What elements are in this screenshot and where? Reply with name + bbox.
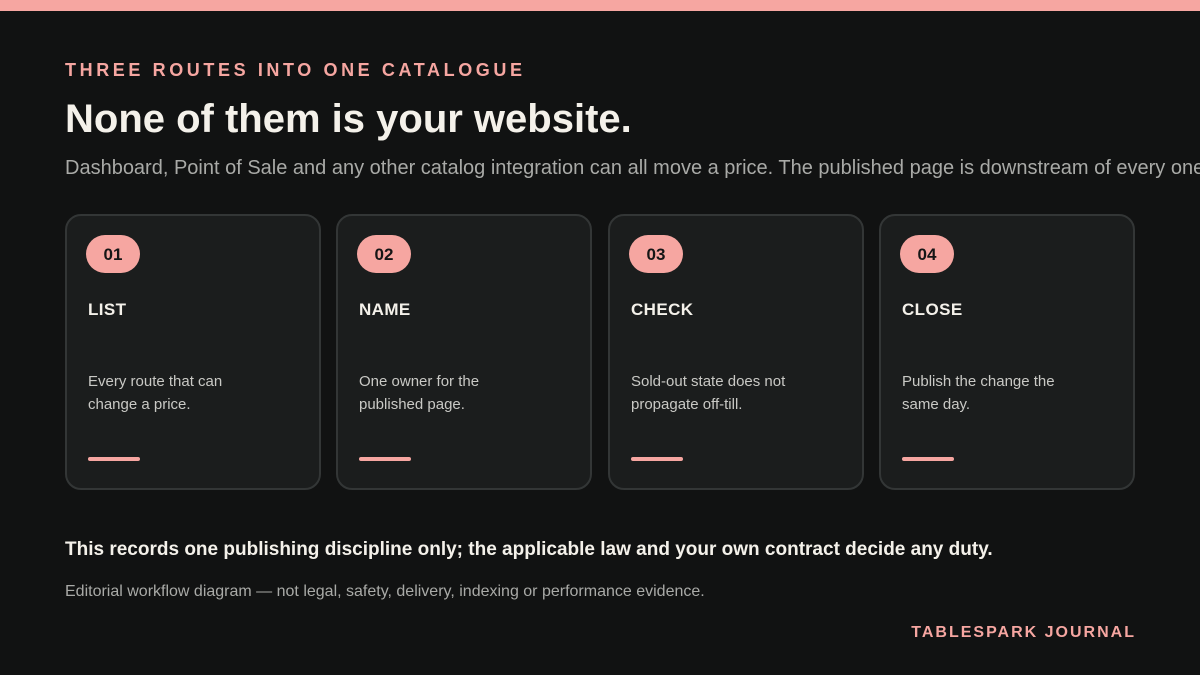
step-number-badge: 04 [900, 235, 954, 273]
step-title: CHECK [631, 300, 694, 319]
step-card-check: 03 CHECK Sold-out state does not propaga… [608, 214, 864, 490]
step-accent-rule [359, 457, 411, 461]
step-title: LIST [88, 300, 127, 319]
step-card-list: 01 LIST Every route that can change a pr… [65, 214, 321, 490]
step-title: CLOSE [902, 300, 963, 319]
step-description: Sold-out state does not propagate off-ti… [631, 373, 786, 413]
page-title: None of them is your website. [65, 97, 632, 141]
step-description: Publish the change the same day. [902, 373, 1055, 413]
step-description: One owner for the published page. [359, 373, 480, 413]
step-description: Every route that can change a price. [88, 373, 223, 413]
disclaimer-note: Editorial workflow diagram — not legal, … [65, 583, 705, 600]
step-card-close: 04 CLOSE Publish the change the same day… [879, 214, 1135, 490]
step-number-badge: 01 [86, 235, 140, 273]
step-accent-rule [631, 457, 683, 461]
top-accent-bar [0, 0, 1200, 11]
step-accent-rule [88, 457, 140, 461]
step-accent-rule [902, 457, 954, 461]
scope-statement: This records one publishing discipline o… [65, 539, 993, 560]
eyebrow-label: THREE ROUTES INTO ONE CATALOGUE [65, 60, 526, 80]
workflow-steps: 01 LIST Every route that can change a pr… [65, 214, 1136, 490]
brand-wordmark: TABLESPARK JOURNAL [911, 624, 1136, 641]
step-number-badge: 02 [357, 235, 411, 273]
step-number-badge: 03 [629, 235, 683, 273]
page-subtitle: Dashboard, Point of Sale and any other c… [65, 157, 1200, 179]
step-card-name: 02 NAME One owner for the published page… [336, 214, 592, 490]
step-title: NAME [359, 300, 411, 319]
